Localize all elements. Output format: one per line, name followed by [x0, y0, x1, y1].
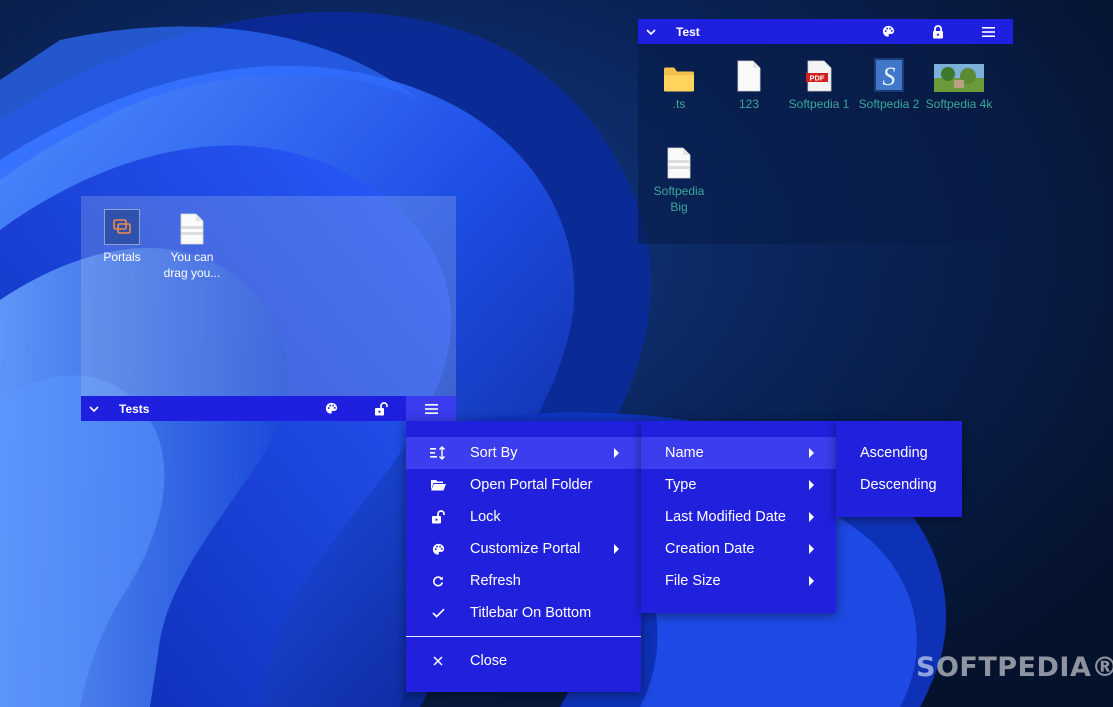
lock-open-icon[interactable] — [356, 396, 406, 421]
palette-icon[interactable] — [306, 396, 356, 421]
menu-item-sort-name[interactable]: Name — [641, 437, 836, 469]
portal-titlebar[interactable]: Tests — [81, 396, 456, 421]
submenu-arrow-icon — [809, 544, 814, 554]
sort-by-submenu: Name Type Last Modified Date Creation Da… — [641, 421, 836, 613]
file-item[interactable]: You can drag you... — [157, 209, 227, 281]
menu-item-label: Lock — [470, 509, 501, 525]
menu-item-lock[interactable]: Lock — [406, 501, 641, 533]
softpedia-watermark: SOFTPEDIA® — [916, 652, 1113, 683]
submenu-arrow-icon — [614, 544, 619, 554]
file-item[interactable]: S Softpedia 2 — [854, 56, 924, 112]
menu-item-label: Titlebar On Bottom — [470, 605, 592, 621]
file-label: 123 — [738, 97, 760, 111]
submenu-arrow-icon — [809, 448, 814, 458]
menu-item-sort-last-modified-date[interactable]: Last Modified Date — [641, 501, 836, 533]
portal-tests[interactable]: Portals You can drag you... Tests — [81, 196, 456, 421]
submenu-arrow-icon — [614, 448, 619, 458]
chevron-down-icon[interactable] — [644, 28, 658, 35]
menu-divider — [406, 636, 641, 637]
menu-item-sort-type[interactable]: Type — [641, 469, 836, 501]
menu-item-sort-file-size[interactable]: File Size — [641, 565, 836, 597]
image-badge: S — [883, 62, 896, 91]
menu-item-ascending[interactable]: Ascending — [836, 437, 962, 469]
folder-icon — [644, 56, 714, 92]
portal-title: Test — [676, 24, 700, 39]
photo-file-icon — [924, 56, 994, 92]
hamburger-menu-icon[interactable] — [406, 396, 456, 421]
sort-icon — [430, 445, 446, 461]
file-item[interactable]: PDF Softpedia 1 — [784, 56, 854, 112]
menu-item-label: Ascending — [860, 445, 928, 461]
pdf-file-icon: PDF — [784, 56, 854, 92]
menu-item-label: Type — [665, 477, 697, 493]
portal-body[interactable]: .ts 123 PDF Softpedia 1 S Softpedia 2 So… — [638, 44, 1013, 244]
submenu-arrow-icon — [809, 480, 814, 490]
file-item[interactable]: Portals — [87, 209, 157, 265]
lock-open-icon — [430, 509, 446, 525]
file-label: Softpedia 2 — [858, 97, 920, 111]
file-item[interactable]: 123 — [714, 56, 784, 112]
file-label: Softpedia 1 — [788, 97, 850, 111]
menu-item-label: Descending — [860, 477, 937, 493]
blank-file-icon — [714, 56, 784, 92]
menu-item-label: Customize Portal — [470, 541, 581, 557]
portals-app-icon — [87, 209, 157, 245]
submenu-arrow-icon — [809, 512, 814, 522]
portal-body[interactable]: Portals You can drag you... — [81, 196, 456, 396]
menu-item-close[interactable]: Close — [406, 645, 641, 677]
file-item[interactable]: Softpedia 4k — [924, 56, 994, 112]
menu-item-label: Sort By — [470, 445, 518, 461]
text-file-icon — [644, 143, 714, 179]
menu-item-label: File Size — [665, 573, 721, 589]
chevron-down-icon[interactable] — [87, 405, 101, 412]
file-label: Softpedia Big — [653, 184, 705, 214]
menu-item-sort-creation-date[interactable]: Creation Date — [641, 533, 836, 565]
menu-item-label: Name — [665, 445, 704, 461]
portal-test[interactable]: Test .ts 123 PDF Softpedia 1 S Softpedia… — [638, 19, 1013, 244]
file-item[interactable]: .ts — [644, 56, 714, 112]
file-label: You can drag you... — [163, 250, 221, 280]
menu-item-refresh[interactable]: Refresh — [406, 565, 641, 597]
palette-icon[interactable] — [863, 19, 913, 44]
context-menu: Sort By Open Portal Folder Lock Customiz… — [406, 421, 641, 692]
menu-item-label: Refresh — [470, 573, 521, 589]
portal-titlebar[interactable]: Test — [638, 19, 1013, 44]
folder-open-icon — [430, 477, 446, 493]
close-icon — [430, 653, 446, 669]
submenu-arrow-icon — [809, 576, 814, 586]
file-item[interactable]: Softpedia Big — [644, 143, 714, 215]
menu-item-label: Close — [470, 653, 508, 669]
hamburger-menu-icon[interactable] — [963, 19, 1013, 44]
menu-item-label: Open Portal Folder — [470, 477, 593, 493]
menu-item-open-portal-folder[interactable]: Open Portal Folder — [406, 469, 641, 501]
file-label: Portals — [103, 250, 141, 264]
check-icon — [430, 605, 446, 621]
sort-order-submenu: Ascending Descending — [836, 421, 962, 517]
portal-title: Tests — [119, 401, 150, 416]
refresh-icon — [430, 573, 446, 589]
file-label: .ts — [672, 97, 686, 111]
menu-item-label: Creation Date — [665, 541, 755, 557]
pdf-badge: PDF — [810, 74, 825, 83]
menu-item-descending[interactable]: Descending — [836, 469, 962, 501]
file-label: Softpedia 4k — [925, 97, 993, 111]
menu-item-sort-by[interactable]: Sort By — [406, 437, 641, 469]
palette-icon — [430, 541, 446, 557]
image-file-icon: S — [854, 56, 924, 92]
menu-item-customize-portal[interactable]: Customize Portal — [406, 533, 641, 565]
text-file-icon — [157, 209, 227, 245]
lock-icon[interactable] — [913, 19, 963, 44]
menu-item-titlebar-on-bottom[interactable]: Titlebar On Bottom — [406, 597, 641, 629]
menu-item-label: Last Modified Date — [665, 509, 786, 525]
